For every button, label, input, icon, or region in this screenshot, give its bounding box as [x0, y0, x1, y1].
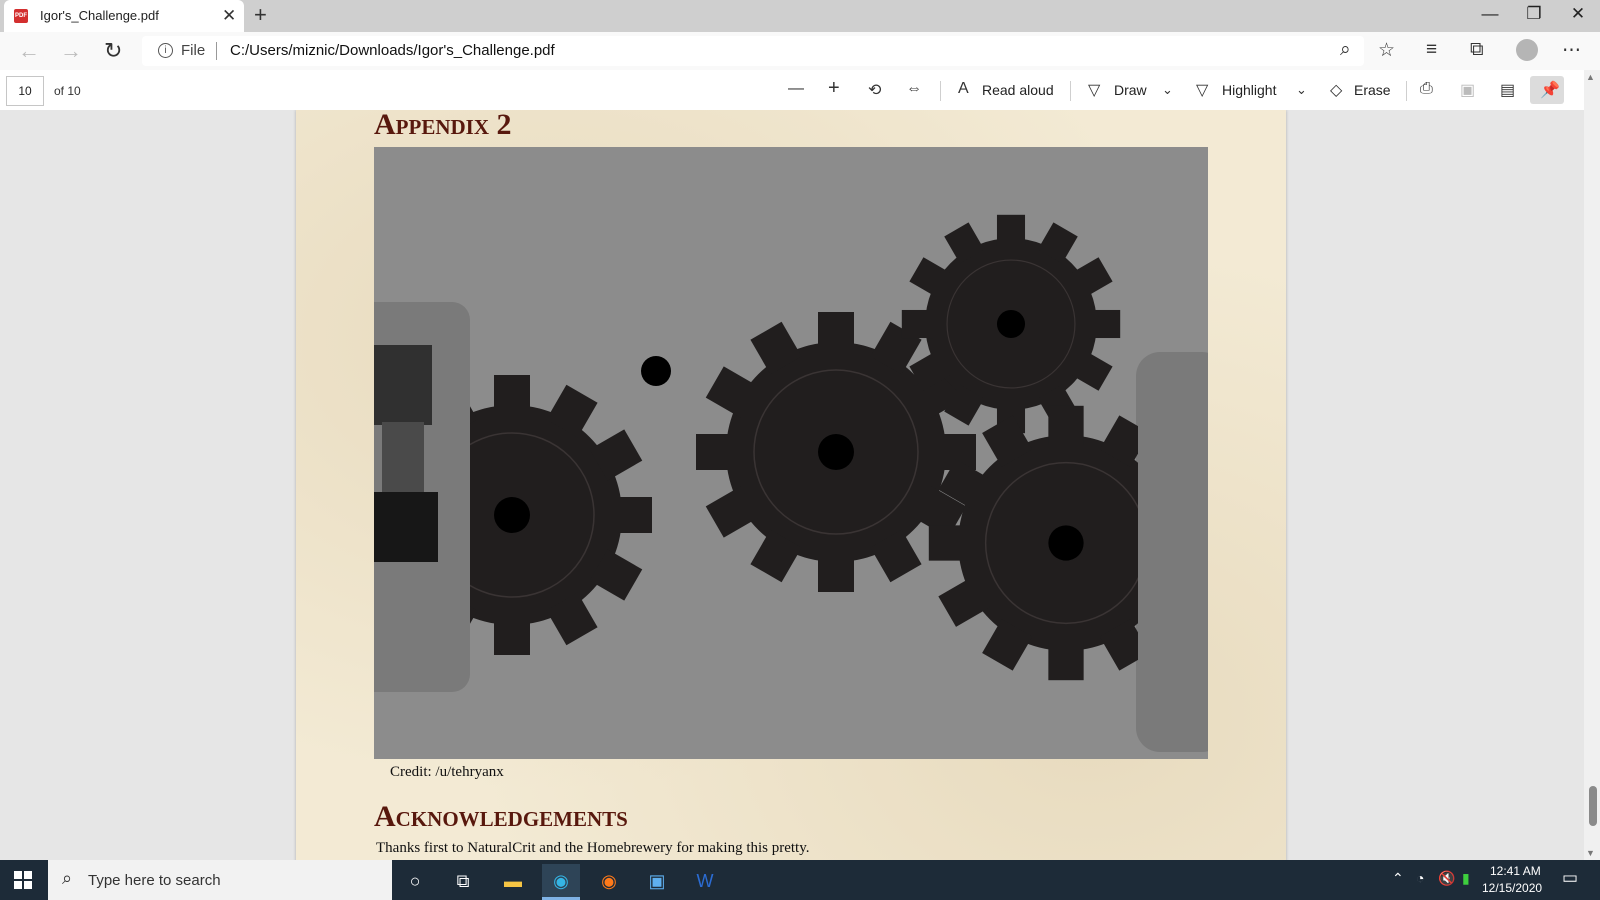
network-icon[interactable]: ◔: [1416, 870, 1424, 886]
close-window-icon[interactable]: ✕: [1558, 4, 1598, 24]
toolbar-divider: [1070, 81, 1071, 101]
lever-top: [374, 345, 432, 425]
highlight-icon[interactable]: ▽: [1196, 80, 1208, 100]
pdf-icon: PDF: [14, 9, 28, 23]
zoom-out-icon[interactable]: —: [788, 80, 804, 98]
volume-muted-icon[interactable]: 🔇: [1438, 870, 1455, 887]
page-total-label: of 10: [54, 84, 81, 98]
restore-icon[interactable]: ❐: [1514, 4, 1554, 24]
battery-icon[interactable]: ▮: [1462, 870, 1470, 887]
profile-avatar[interactable]: [1516, 39, 1538, 61]
firefox-icon[interactable]: ◉: [590, 864, 628, 898]
print-icon[interactable]: ⎙: [1420, 80, 1433, 98]
search-icon: ⌕: [62, 868, 73, 888]
toolbar-divider: [1406, 81, 1407, 101]
vertical-scrollbar[interactable]: [1584, 70, 1600, 860]
acknowledgements-heading: Acknowledgements: [374, 800, 628, 833]
file-explorer-icon[interactable]: ▬: [494, 864, 532, 898]
tab-title: Igor's_Challenge.pdf: [40, 8, 159, 23]
zoom-icon[interactable]: ⌕: [1340, 39, 1351, 61]
url-text[interactable]: C:/Users/miznic/Downloads/Igor's_Challen…: [230, 42, 555, 59]
clock-time[interactable]: 12:41 AM: [1490, 864, 1541, 878]
windows-start-icon[interactable]: [14, 871, 32, 889]
draw-button[interactable]: Draw: [1114, 82, 1147, 98]
scroll-down-icon[interactable]: ▼: [1586, 848, 1595, 858]
highlight-dropdown-chevron-icon[interactable]: ⌄: [1296, 82, 1307, 98]
close-tab-icon[interactable]: ✕: [222, 6, 236, 26]
rotate-icon[interactable]: ⟲: [868, 80, 881, 100]
new-tab-button[interactable]: +: [254, 2, 267, 28]
pdf-page: Appendix 2 Credit: /u/tehryanx Acknowled…: [296, 110, 1286, 860]
info-icon[interactable]: i: [158, 43, 173, 58]
refresh-icon[interactable]: ↻: [104, 38, 122, 64]
read-aloud-icon[interactable]: A: [958, 80, 969, 98]
cortana-icon[interactable]: ○: [396, 864, 434, 898]
address-prefix: File: [181, 42, 206, 59]
image-caption: Credit: /u/tehryanx: [390, 764, 504, 780]
loose-peg: [641, 356, 671, 386]
save-as-icon[interactable]: ▤: [1500, 80, 1515, 100]
scroll-up-icon[interactable]: ▲: [1586, 72, 1595, 82]
page-number-input[interactable]: 10: [6, 76, 44, 106]
clock-date[interactable]: 12/15/2020: [1482, 881, 1542, 895]
gears-illustration: [374, 147, 1208, 759]
word-icon[interactable]: W: [686, 864, 724, 898]
draw-dropdown-chevron-icon[interactable]: ⌄: [1162, 82, 1173, 98]
save-icon[interactable]: ▣: [1460, 80, 1475, 100]
address-separator: [216, 42, 217, 60]
lever-base: [374, 492, 438, 562]
photos-icon[interactable]: ▣: [638, 864, 676, 898]
erase-button[interactable]: Erase: [1354, 82, 1391, 98]
draw-icon[interactable]: ▽: [1088, 80, 1100, 100]
forward-icon[interactable]: →: [60, 38, 82, 64]
read-aloud-button[interactable]: Read aloud: [982, 82, 1054, 98]
zoom-in-icon[interactable]: +: [828, 77, 840, 100]
more-options-icon[interactable]: ⋯: [1562, 39, 1581, 62]
favorite-star-icon[interactable]: ☆: [1378, 39, 1395, 62]
fit-page-icon[interactable]: ⇔: [906, 80, 922, 98]
minimize-icon[interactable]: —: [1470, 4, 1510, 24]
show-hidden-icons-chevron-icon[interactable]: ⌃: [1392, 870, 1404, 887]
toolbar-divider: [940, 81, 941, 101]
pdf-viewer: Appendix 2 Credit: /u/tehryanx Acknowled…: [0, 110, 1584, 860]
collections-icon[interactable]: ⧉: [1470, 39, 1484, 61]
eraser-icon[interactable]: ◇: [1330, 80, 1342, 100]
acknowledgements-text: Thanks first to NaturalCrit and the Home…: [376, 840, 810, 856]
task-view-icon[interactable]: ⧉: [444, 864, 482, 898]
highlight-button[interactable]: Highlight: [1222, 82, 1276, 98]
favorites-list-icon[interactable]: ≡: [1426, 39, 1437, 61]
notifications-icon[interactable]: ▭: [1562, 868, 1578, 888]
appendix-heading: Appendix 2: [374, 110, 512, 141]
edge-browser-icon[interactable]: ◉: [542, 864, 580, 898]
search-placeholder[interactable]: Type here to search: [88, 872, 221, 889]
right-panel: [1136, 352, 1208, 752]
back-icon[interactable]: ←: [18, 38, 40, 64]
scrollbar-thumb[interactable]: [1589, 786, 1597, 826]
pin-icon: 📌: [1540, 82, 1560, 99]
